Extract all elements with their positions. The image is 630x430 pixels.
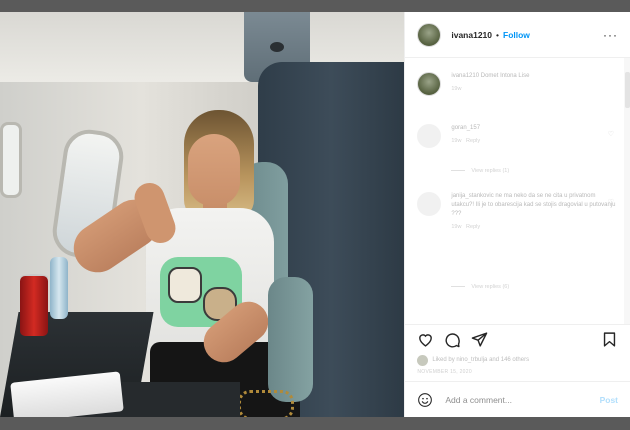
scrollbar[interactable] [624, 58, 630, 324]
separator-dot: • [496, 29, 499, 40]
soda-can [20, 276, 48, 336]
caption-author[interactable]: ivana1210 [451, 73, 479, 79]
post-actions [405, 324, 630, 354]
comment-input[interactable] [443, 393, 600, 406]
username-link[interactable]: ivana1210 [451, 30, 492, 40]
avatar [417, 354, 429, 366]
likes-text[interactable]: Liked by nino_trbulja and 146 others [432, 357, 529, 363]
reply-button[interactable]: Reply [466, 138, 480, 144]
share-icon[interactable] [471, 331, 488, 348]
comment-time: 19w [451, 224, 462, 230]
avatar[interactable] [417, 22, 442, 47]
comment-text: goran_157 [451, 125, 481, 131]
post-date: NOVEMBER 15, 2020 [417, 369, 472, 375]
comment-item: goran_157 19w Reply ♡ [417, 124, 616, 154]
cabin-window [0, 122, 22, 198]
avatar[interactable] [417, 192, 442, 216]
seat-armrest [268, 277, 313, 402]
face [188, 134, 240, 206]
comment-text: janija_stankovic ne ma neko da se ne cit… [451, 193, 616, 217]
more-horizontal-icon[interactable]: ··· [603, 29, 618, 41]
caption-time: 19w [451, 86, 462, 92]
like-comment-icon[interactable]: ♡ [608, 198, 614, 206]
avatar[interactable] [417, 124, 442, 148]
bookmark-icon[interactable] [601, 331, 618, 348]
heart-icon[interactable] [417, 331, 434, 348]
dog-print [168, 267, 202, 303]
view-replies-button[interactable]: View replies (1) [451, 168, 509, 174]
comments-list[interactable]: ivana1210 Domet Intona Lise 19w goran_15… [405, 58, 630, 324]
comment-item: janija_stankovic ne ma neko da se ne cit… [417, 192, 616, 252]
likes-summary[interactable]: Liked by nino_trbulja and 146 others [405, 354, 630, 366]
view-replies-button[interactable]: View replies (6) [451, 284, 509, 290]
post-comment-button[interactable]: Post [600, 395, 618, 405]
caption-text: Domet Intona Lise [480, 73, 530, 79]
caption: ivana1210 Domet Intona Lise 19w [417, 72, 616, 96]
comment-time: 19w [451, 138, 462, 144]
post-modal: ivana1210 • Follow ··· ivana1210 Domet I… [0, 12, 630, 417]
water-bottle [50, 257, 68, 319]
emoji-icon[interactable] [417, 392, 433, 408]
post-header: ivana1210 • Follow ··· [405, 12, 630, 58]
post-side-panel: ivana1210 • Follow ··· ivana1210 Domet I… [404, 12, 630, 417]
like-comment-icon[interactable]: ♡ [608, 130, 614, 138]
add-comment-bar: Post [405, 381, 630, 417]
comment-icon[interactable] [444, 331, 461, 348]
follow-button[interactable]: Follow [503, 30, 530, 40]
reply-button[interactable]: Reply [466, 224, 480, 230]
bag-strap [238, 390, 294, 417]
post-photo[interactable] [0, 12, 405, 417]
avatar[interactable] [417, 72, 442, 96]
